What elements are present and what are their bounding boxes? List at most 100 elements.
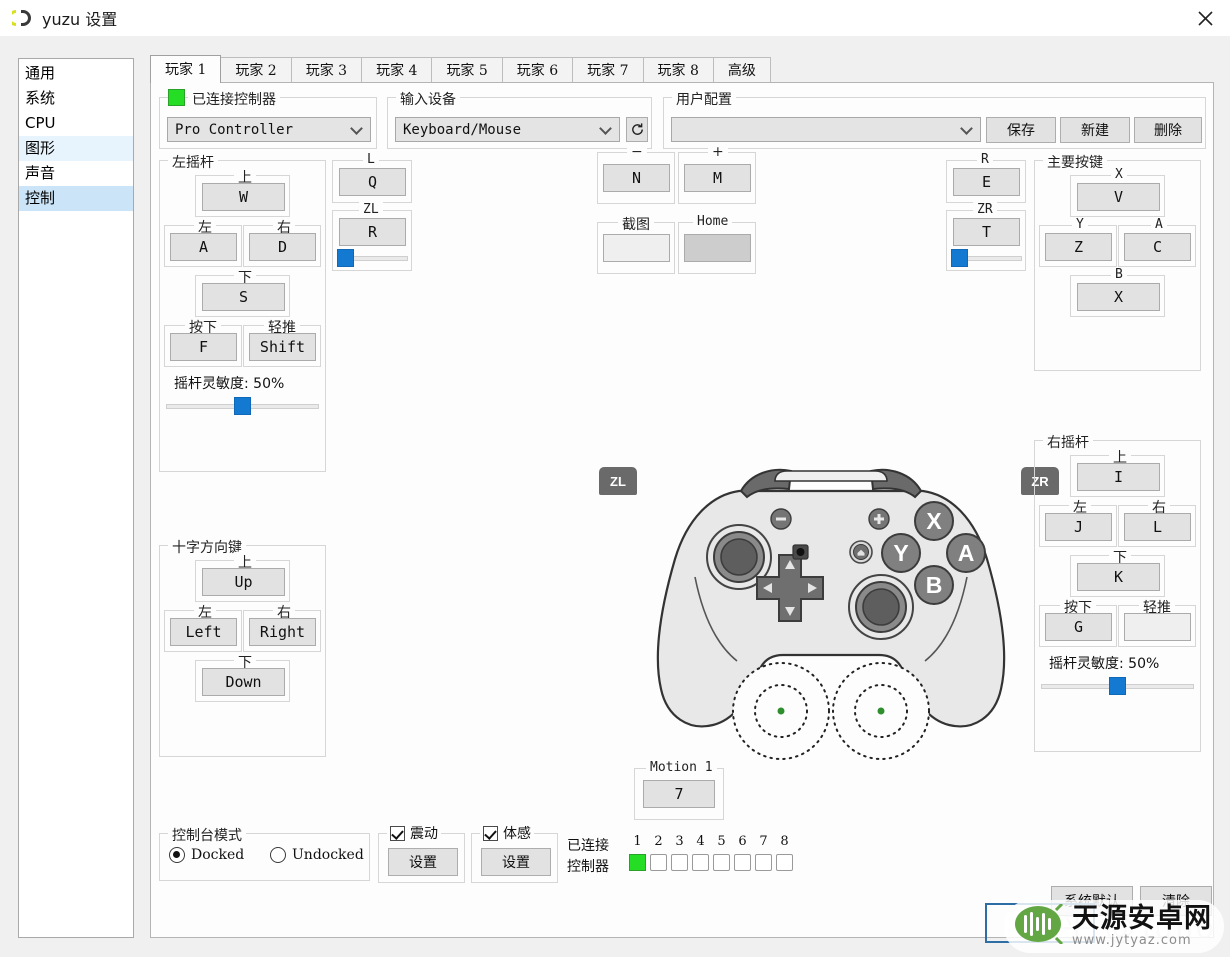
home-button-group: Home [678, 222, 756, 274]
tab-player-4[interactable]: 玩家 4 [361, 57, 432, 83]
motion-sensor-header[interactable]: 体感 [480, 823, 534, 843]
slider-handle[interactable] [951, 249, 968, 267]
face-b-button[interactable]: X [1077, 283, 1160, 311]
face-y-button[interactable]: Z [1045, 233, 1112, 261]
input-device-select[interactable]: Keyboard/Mouse [395, 117, 620, 142]
controller-type-select[interactable]: Pro Controller [167, 117, 371, 142]
zr-threshold-slider[interactable] [951, 249, 1022, 267]
right-stick-press-button[interactable]: G [1045, 613, 1112, 641]
connected-led-8 [776, 854, 793, 871]
vibration-checkbox[interactable] [390, 826, 405, 841]
right-stick-up-button[interactable]: I [1077, 463, 1160, 491]
left-stick-left-group: 左 A [164, 225, 242, 267]
screenshot-button[interactable] [603, 234, 670, 262]
undocked-radio[interactable] [270, 847, 286, 863]
face-y-label: Y [1072, 217, 1088, 232]
tab-player-6[interactable]: 玩家 6 [502, 57, 573, 83]
zr-button[interactable]: T [953, 218, 1020, 246]
motion-group: Motion 1 7 [634, 768, 724, 820]
dpad-down-button[interactable]: Down [202, 668, 285, 696]
motion-button[interactable]: 7 [643, 780, 715, 808]
connected-number-6: 6 [734, 834, 751, 849]
connected-led-6 [734, 854, 751, 871]
connected-controller-title: 已连接控制器 [188, 89, 280, 109]
sidebar-item-audio[interactable]: 声音 [19, 161, 133, 186]
sidebar-item-general[interactable]: 通用 [19, 61, 133, 86]
undocked-radio-row[interactable]: Undocked [270, 847, 364, 863]
tab-player-5[interactable]: 玩家 5 [431, 57, 502, 83]
docked-radio[interactable] [169, 847, 185, 863]
right-stick-sensitivity-slider[interactable] [1041, 677, 1194, 695]
docked-label: Docked [191, 847, 244, 863]
motion-sensor-checkbox[interactable] [483, 826, 498, 841]
connected-led-5 [713, 854, 730, 871]
system-defaults-button[interactable]: 系统默认 [1051, 886, 1133, 916]
face-a-button[interactable]: C [1124, 233, 1191, 261]
l-button-group: L Q [332, 160, 412, 203]
input-device-title: 输入设备 [396, 89, 460, 109]
vibration-config-button[interactable]: 设置 [388, 848, 458, 876]
connected-led-4 [692, 854, 709, 871]
zl-button[interactable]: R [339, 218, 406, 246]
connected-led-1 [629, 854, 646, 871]
user-profile-select[interactable] [671, 117, 981, 142]
right-stick-modifier-button[interactable] [1124, 613, 1191, 641]
slider-handle[interactable] [337, 249, 354, 267]
clear-button[interactable]: 清除 [1140, 886, 1212, 916]
r-button[interactable]: E [953, 168, 1020, 196]
dpad-left-button[interactable]: Left [170, 618, 237, 646]
minus-button[interactable]: N [603, 164, 670, 192]
dpad-right-button[interactable]: Right [249, 618, 316, 646]
plus-button-label: + [708, 144, 728, 160]
left-stick-down-button[interactable]: S [202, 283, 285, 311]
right-stick-down-button[interactable]: K [1077, 563, 1160, 591]
connected-number-5: 5 [713, 834, 730, 849]
dpad-up-button[interactable]: Up [202, 568, 285, 596]
tab-player-8[interactable]: 玩家 8 [643, 57, 714, 83]
docked-radio-row[interactable]: Docked [169, 847, 244, 863]
left-stick-press-button[interactable]: F [170, 333, 237, 361]
left-stick-sensitivity-label: 摇杆灵敏度: 50% [174, 373, 284, 393]
save-profile-button[interactable]: 保存 [986, 117, 1056, 143]
close-icon[interactable] [1188, 2, 1222, 34]
connected-led-2 [650, 854, 667, 871]
input-device-group: 输入设备 Keyboard/Mouse [387, 97, 652, 149]
sidebar-item-cpu[interactable]: CPU [19, 111, 133, 136]
tab-player-3[interactable]: 玩家 3 [291, 57, 362, 83]
right-stick-left-button[interactable]: J [1045, 513, 1112, 541]
plus-button[interactable]: M [684, 164, 751, 192]
home-button[interactable] [684, 234, 751, 262]
right-stick-right-button[interactable]: L [1124, 513, 1191, 541]
delete-profile-button[interactable]: 删除 [1134, 117, 1202, 143]
refresh-icon[interactable] [626, 117, 648, 142]
tab-player-2[interactable]: 玩家 2 [220, 57, 291, 83]
tab-player-1[interactable]: 玩家 1 [150, 55, 221, 83]
vibration-header[interactable]: 震动 [387, 823, 441, 843]
new-profile-button[interactable]: 新建 [1060, 117, 1130, 143]
slider-handle[interactable] [1109, 677, 1126, 695]
left-stick-sensitivity-slider[interactable] [166, 397, 319, 415]
tab-player-7[interactable]: 玩家 7 [572, 57, 643, 83]
chevron-down-icon [960, 122, 973, 135]
left-stick-modifier-button[interactable]: Shift [249, 333, 316, 361]
motion-sensor-config-button[interactable]: 设置 [481, 848, 551, 876]
home-button-label: Home [693, 214, 732, 229]
tab-advanced[interactable]: 高级 [713, 57, 771, 83]
minus-button-label: − [627, 144, 647, 160]
left-stick-left-button[interactable]: A [170, 233, 237, 261]
sidebar-item-controls[interactable]: 控制 [19, 186, 133, 211]
left-stick-right-button[interactable]: D [249, 233, 316, 261]
sidebar-item-graphics[interactable]: 图形 [19, 136, 133, 161]
face-x-button[interactable]: V [1077, 183, 1160, 211]
left-stick-up-button[interactable]: W [202, 183, 285, 211]
l-button[interactable]: Q [339, 168, 406, 196]
face-y-group: Y Z [1039, 225, 1117, 267]
settings-sidebar: 通用 系统 CPU 图形 声音 控制 [18, 58, 134, 938]
motion-title: Motion 1 [646, 760, 717, 775]
face-b-label: B [1111, 267, 1127, 282]
slider-handle[interactable] [234, 397, 251, 415]
right-stick-sensitivity-label: 摇杆灵敏度: 50% [1049, 653, 1159, 673]
console-mode-title: 控制台模式 [168, 825, 246, 845]
zl-threshold-slider[interactable] [337, 249, 408, 267]
sidebar-item-system[interactable]: 系统 [19, 86, 133, 111]
